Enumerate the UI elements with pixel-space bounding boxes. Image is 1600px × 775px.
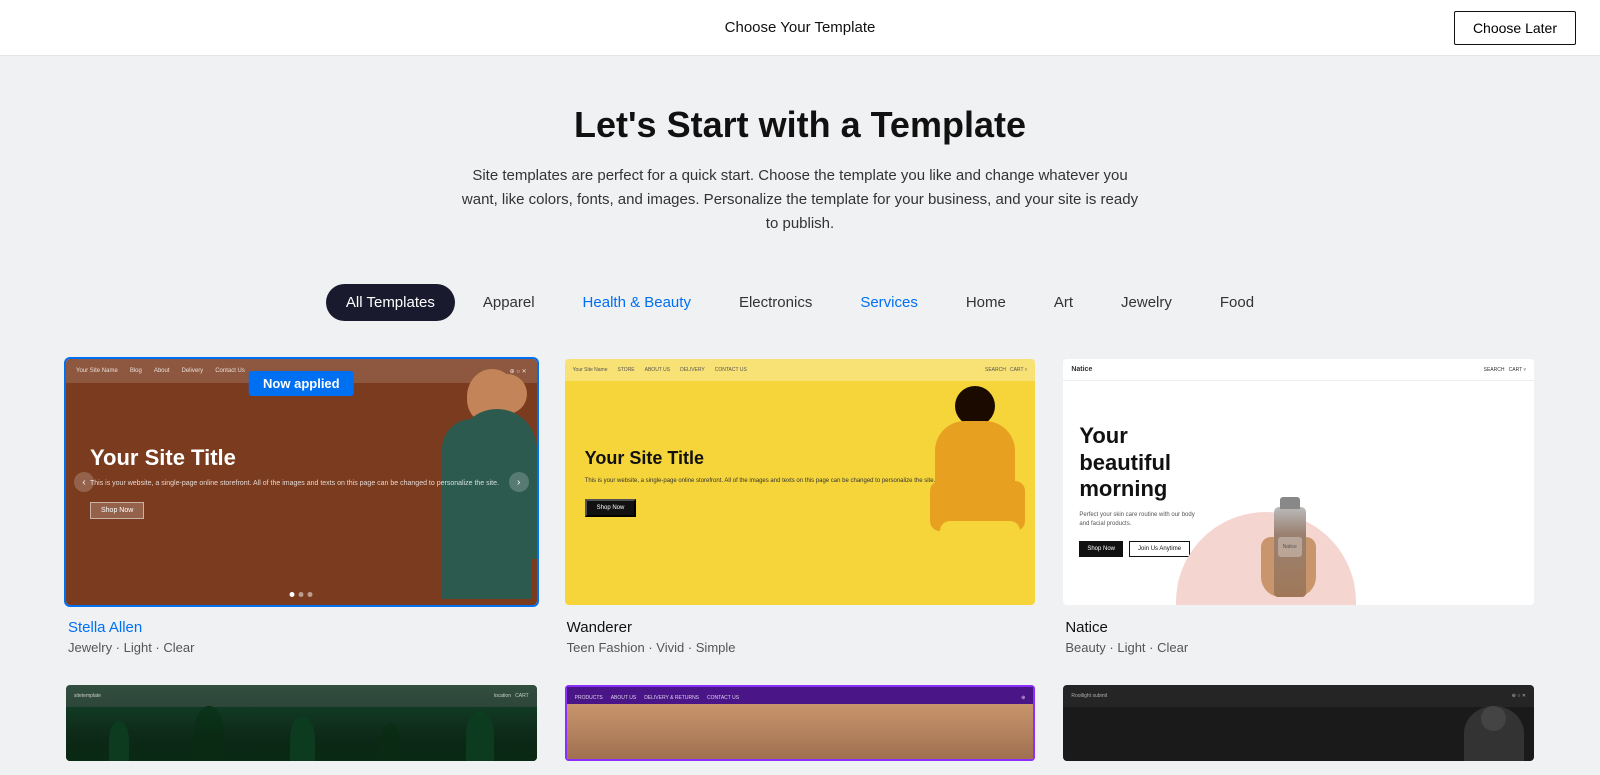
header-title: Choose Your Template [725, 19, 876, 36]
filter-tab-all[interactable]: All Templates [326, 284, 455, 321]
dark-nature-nav: sitetemplate location CART [66, 685, 537, 707]
carousel-dot [290, 592, 295, 597]
filter-tab-services[interactable]: Services [840, 284, 938, 321]
filter-tab-home[interactable]: Home [946, 284, 1026, 321]
template-tags-stella: Jewelry · Light · Clear [68, 640, 535, 655]
carousel-dot [299, 592, 304, 597]
filter-tab-jewelry[interactable]: Jewelry [1101, 284, 1192, 321]
template-tags-wanderer: Teen Fashion · Vivid · Simple [567, 640, 1034, 655]
template-card-stella-allen: Now applied Your Site Name Blog About De… [52, 345, 551, 671]
natice-join-btn[interactable]: Join Us Anytime [1129, 541, 1190, 557]
hero-description: Site templates are perfect for a quick s… [460, 164, 1140, 236]
stella-content: Your Site Title This is your website, a … [66, 421, 537, 544]
template-card-dark-nature: sitetemplate location CART [52, 671, 551, 775]
wanderer-content: Your Site Title This is your website, a … [565, 418, 1036, 547]
template-thumb-purple[interactable]: PRODUCTS ABOUT US DELIVERY & RETURNS CON… [563, 683, 1038, 763]
template-thumb-wanderer[interactable]: Your Site Name STORE ABOUT US DELIVERY C… [563, 357, 1038, 607]
carousel-dot [308, 592, 313, 597]
natice-nav: Natice SEARCH CART ▿ [1063, 359, 1534, 381]
template-card-purple: PRODUCTS ABOUT US DELIVERY & RETURNS CON… [551, 671, 1050, 775]
template-name-natice: Natice [1065, 619, 1532, 636]
stella-shop-btn[interactable]: Shop Now [90, 502, 144, 519]
hero-heading: Let's Start with a Template [24, 104, 1576, 146]
filter-tab-health-beauty[interactable]: Health & Beauty [563, 284, 711, 321]
template-name-stella: Stella Allen [68, 619, 535, 636]
hero-section: Let's Start with a Template Site templat… [0, 56, 1600, 264]
template-thumb-natice[interactable]: Natice SEARCH CART ▿ Your beautiful morn… [1061, 357, 1536, 607]
template-card-dark-person: Rootlight submit ⊕ ○ ✕ [1049, 671, 1548, 775]
now-applied-badge: Now applied [249, 371, 354, 396]
filter-tab-apparel[interactable]: Apparel [463, 284, 555, 321]
filter-bar: All Templates Apparel Health & Beauty El… [0, 264, 1600, 345]
template-thumb-dark-person[interactable]: Rootlight submit ⊕ ○ ✕ [1061, 683, 1536, 763]
template-card-natice: Natice SEARCH CART ▿ Your beautiful morn… [1049, 345, 1548, 671]
natice-left-content: Your beautiful morning Perfect your skin… [1063, 391, 1213, 572]
header: Choose Your Template Choose Later [0, 0, 1600, 56]
template-info-wanderer: Wanderer Teen Fashion · Vivid · Simple [563, 607, 1038, 659]
filter-tab-electronics[interactable]: Electronics [719, 284, 832, 321]
next-arrow-icon[interactable]: › [509, 472, 529, 492]
template-info-natice: Natice Beauty · Light · Clear [1061, 607, 1536, 659]
template-name-wanderer: Wanderer [567, 619, 1034, 636]
filter-tab-art[interactable]: Art [1034, 284, 1093, 321]
template-tags-natice: Beauty · Light · Clear [1065, 640, 1532, 655]
dark-person-nav: Rootlight submit ⊕ ○ ✕ [1063, 685, 1534, 707]
template-info-stella: Stella Allen Jewelry · Light · Clear [64, 607, 539, 659]
filter-tab-food[interactable]: Food [1200, 284, 1274, 321]
template-thumb-dark-nature[interactable]: sitetemplate location CART [64, 683, 539, 763]
wanderer-shop-btn[interactable]: Shop Now [585, 499, 637, 517]
natice-buttons: Shop Now Join Us Anytime [1079, 541, 1197, 557]
carousel-dots [290, 592, 313, 597]
prev-arrow-icon[interactable]: ‹ [74, 472, 94, 492]
template-grid: Now applied Your Site Name Blog About De… [20, 345, 1580, 775]
template-card-wanderer: Your Site Name STORE ABOUT US DELIVERY C… [551, 345, 1050, 671]
choose-later-button[interactable]: Choose Later [1454, 11, 1576, 45]
template-thumb-stella-allen[interactable]: Now applied Your Site Name Blog About De… [64, 357, 539, 607]
natice-shop-btn[interactable]: Shop Now [1079, 541, 1123, 557]
